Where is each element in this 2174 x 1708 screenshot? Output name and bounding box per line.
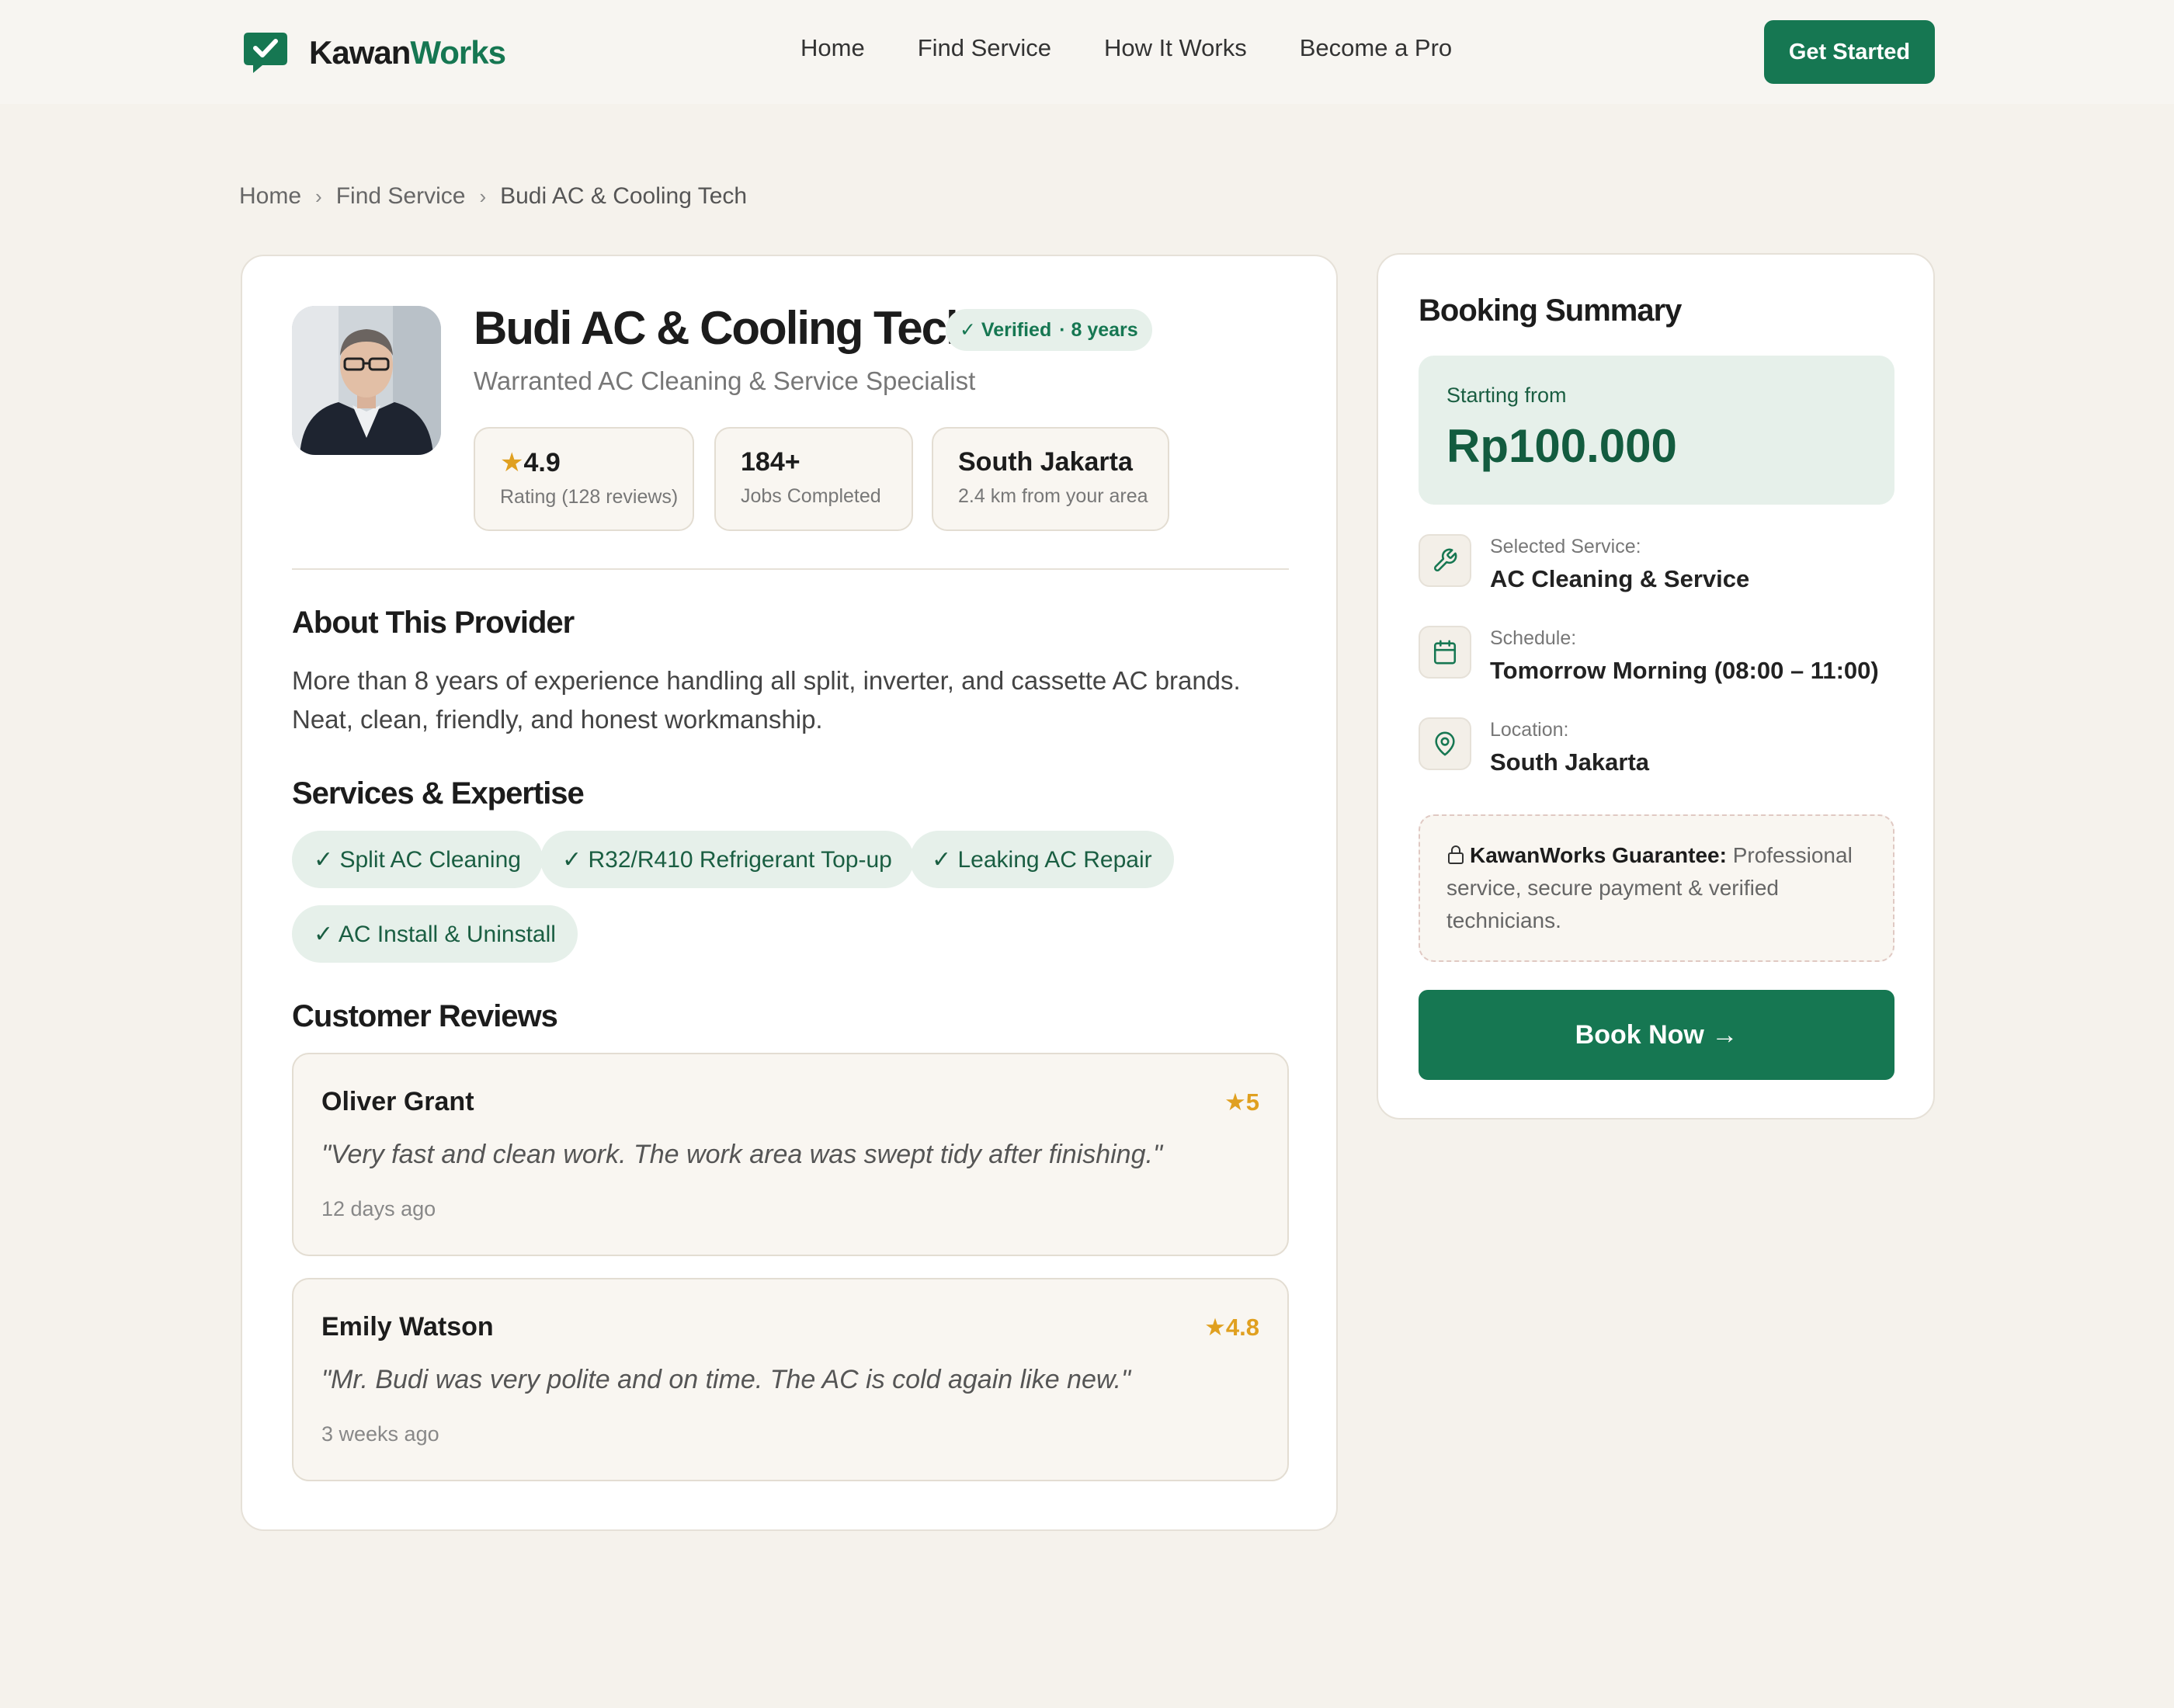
jobs-label: Jobs Completed	[741, 485, 881, 507]
detail-location: Location: South Jakarta	[1419, 717, 1894, 787]
book-now-button[interactable]: Book Now →	[1419, 990, 1894, 1080]
breadcrumb-current: Budi AC & Cooling Tech	[500, 183, 748, 209]
price-label: Starting from	[1446, 384, 1567, 407]
stat-rating: ★4.9 Rating (128 reviews)	[474, 427, 694, 531]
reviews-heading: Customer Reviews	[292, 999, 558, 1033]
service-chip[interactable]: ✓ Leaking AC Repair	[910, 831, 1174, 888]
review-date: 3 weeks ago	[321, 1422, 439, 1446]
chat-check-logo-icon	[244, 33, 287, 73]
provider-photo	[292, 306, 441, 455]
review-rating: ★5	[1224, 1088, 1259, 1116]
nav-link-become-a-pro[interactable]: Become a Pro	[1300, 34, 1452, 62]
get-started-button[interactable]: Get Started	[1764, 20, 1935, 84]
detail-value: South Jakarta	[1490, 748, 1650, 776]
experience-years: · 8 years	[1059, 318, 1138, 341]
service-chip[interactable]: ✓ AC Install & Uninstall	[292, 905, 578, 963]
review-card: Oliver Grant ★5 "Very fast and clean wor…	[292, 1053, 1289, 1256]
stat-location: South Jakarta 2.4 km from your area	[932, 427, 1169, 531]
detail-value: Tomorrow Morning (08:00 – 11:00)	[1490, 657, 1879, 684]
reviewer-name: Emily Watson	[321, 1312, 494, 1342]
jobs-value: 184+	[741, 447, 800, 477]
verified-label: ✓ Verified	[960, 319, 1052, 341]
location-value: South Jakarta	[958, 447, 1133, 477]
review-date: 12 days ago	[321, 1197, 436, 1220]
top-navbar: KawanWorks Home Find Service How It Work…	[0, 0, 2174, 104]
star-icon: ★	[500, 448, 524, 477]
rating-value: 4.9	[523, 448, 561, 477]
nav-link-how-it-works[interactable]: How It Works	[1104, 34, 1247, 62]
price-box: Starting from Rp100.000	[1419, 356, 1894, 505]
stat-jobs: 184+ Jobs Completed	[714, 427, 913, 531]
detail-service: Selected Service: AC Cleaning & Service	[1419, 534, 1894, 604]
guarantee-title: KawanWorks Guarantee:	[1470, 843, 1727, 867]
calendar-icon	[1419, 626, 1471, 679]
divider	[292, 568, 1289, 570]
brand-logo[interactable]: KawanWorks	[242, 30, 506, 76]
price-value: Rp100.000	[1446, 420, 1677, 472]
lock-icon	[1448, 845, 1464, 864]
about-heading: About This Provider	[292, 606, 575, 640]
nav-links: Home Find Service How It Works Become a …	[800, 34, 1505, 62]
breadcrumb-separator: ›	[315, 184, 322, 208]
provider-name: Budi AC & Cooling Tech	[474, 302, 974, 354]
provider-profile-card: Budi AC & Cooling Tech ✓ Verified · 8 ye…	[241, 255, 1338, 1531]
service-chip[interactable]: ✓ R32/R410 Refrigerant Top-up	[540, 831, 914, 888]
rating-label: Rating (128 reviews)	[500, 486, 679, 508]
detail-label: Schedule:	[1490, 627, 1577, 649]
detail-label: Selected Service:	[1490, 536, 1641, 557]
nav-link-find-service[interactable]: Find Service	[918, 34, 1051, 62]
detail-label: Location:	[1490, 719, 1569, 741]
detail-value: AC Cleaning & Service	[1490, 565, 1750, 592]
reviewer-name: Oliver Grant	[321, 1087, 474, 1116]
breadcrumb-home[interactable]: Home	[239, 183, 301, 210]
detail-schedule: Schedule: Tomorrow Morning (08:00 – 11:0…	[1419, 626, 1894, 696]
review-card: Emily Watson ★4.8 "Mr. Budi was very pol…	[292, 1278, 1289, 1481]
breadcrumb: Home › Find Service › Budi AC & Cooling …	[239, 183, 747, 210]
brand-name: KawanWorks	[309, 34, 506, 71]
about-text: More than 8 years of experience handling…	[292, 666, 1241, 734]
location-pin-icon	[1419, 717, 1471, 770]
booking-summary-title: Booking Summary	[1419, 293, 1682, 328]
guarantee-note: KawanWorks Guarantee: Professional servi…	[1419, 814, 1894, 962]
booking-summary-card: Booking Summary Starting from Rp100.000 …	[1377, 253, 1935, 1120]
wrench-icon	[1419, 534, 1471, 587]
nav-link-home[interactable]: Home	[800, 34, 865, 62]
provider-subtitle: Warranted AC Cleaning & Service Speciali…	[474, 366, 976, 395]
breadcrumb-separator: ›	[479, 184, 487, 208]
distance-label: 2.4 km from your area	[958, 485, 1148, 507]
review-text: "Very fast and clean work. The work area…	[321, 1140, 1163, 1169]
verified-badge: ✓ Verified · 8 years	[946, 309, 1152, 351]
review-text: "Mr. Budi was very polite and on time. T…	[321, 1365, 1131, 1394]
services-heading: Services & Expertise	[292, 776, 585, 811]
service-chip[interactable]: ✓ Split AC Cleaning	[292, 831, 543, 888]
provider-avatar	[292, 306, 441, 455]
review-rating: ★4.8	[1204, 1314, 1259, 1341]
breadcrumb-find-service[interactable]: Find Service	[336, 183, 466, 210]
